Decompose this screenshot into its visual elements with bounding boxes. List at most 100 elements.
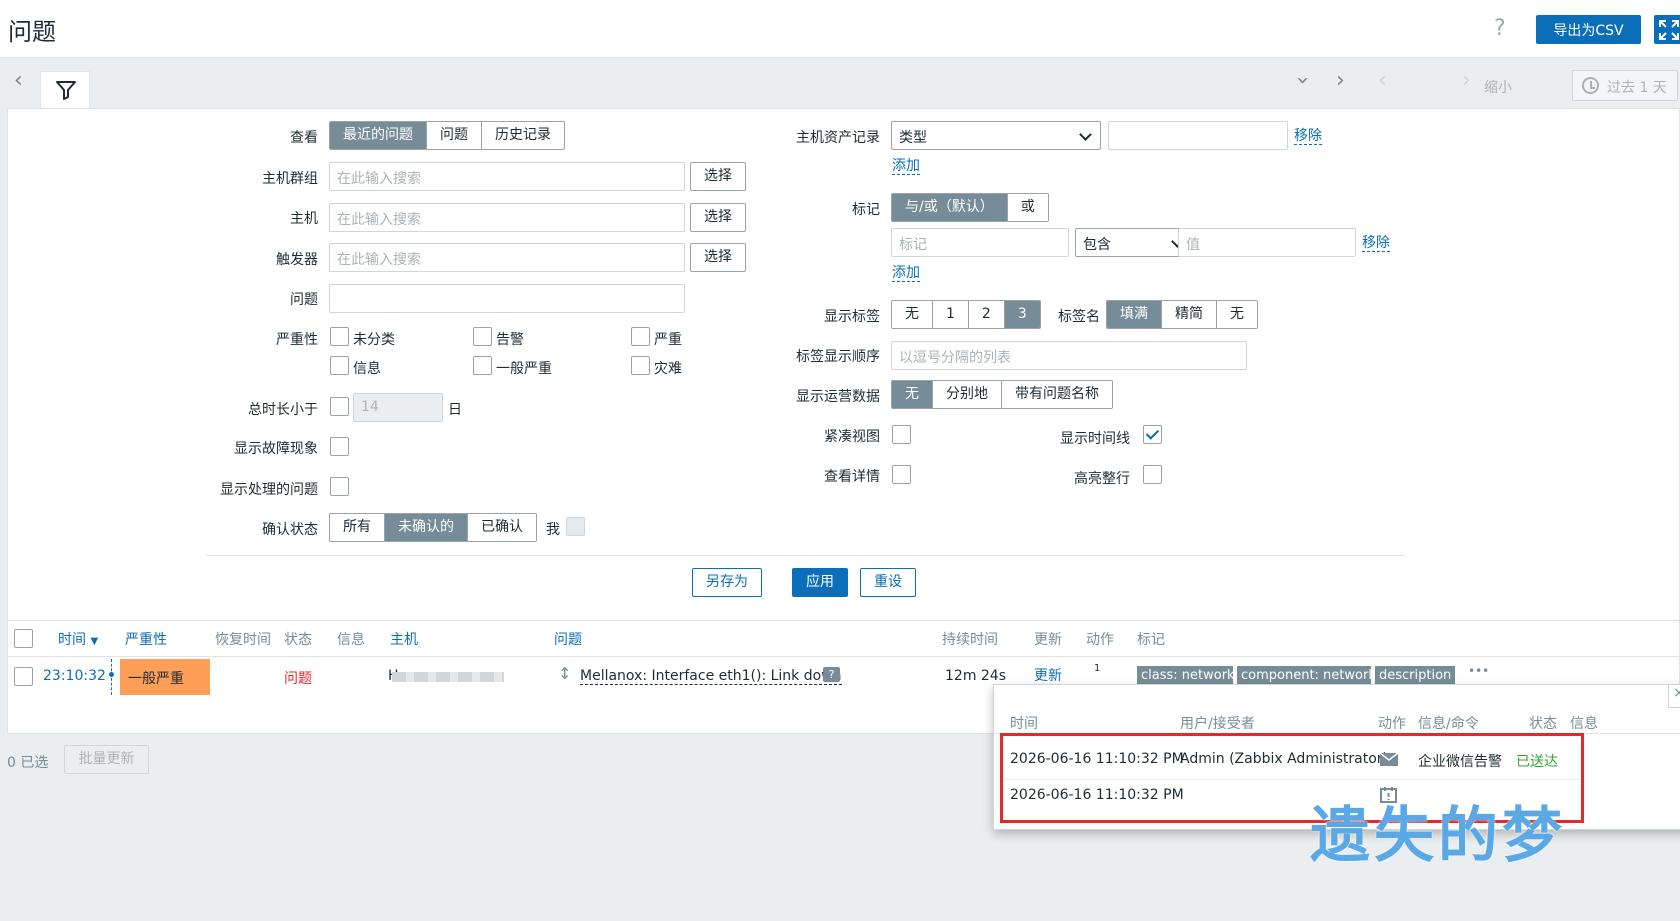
tags-or-option[interactable]: 或: [1007, 194, 1048, 221]
inventory-type-select[interactable]: 类型: [891, 121, 1101, 150]
selected-count: 0 已选: [7, 755, 49, 771]
triggers-select-button[interactable]: 选择: [690, 243, 746, 272]
watermark: 遗失的梦: [1310, 801, 1566, 871]
severity-information-checkbox[interactable]: [330, 356, 349, 375]
tag-name-short-option[interactable]: 精简: [1162, 301, 1217, 328]
host-groups-input[interactable]: 在此输入搜索: [329, 162, 685, 191]
row-tag[interactable]: class: network: [1137, 666, 1233, 686]
close-icon[interactable]: ×: [1668, 684, 1680, 708]
chevron-left-icon[interactable]: ‹: [14, 68, 23, 93]
tag-name-none-option[interactable]: 无: [1217, 301, 1257, 328]
popup-header-user: 用户/接受者: [1180, 716, 1255, 732]
show-tags-switch: 无 1 2 3: [891, 300, 1041, 329]
view-recent-option[interactable]: 最近的问题: [330, 122, 427, 149]
tag-name-input[interactable]: 标记: [891, 228, 1069, 257]
column-header-host[interactable]: 主机: [390, 629, 418, 649]
show-opdata-label: 显示运营数据: [796, 389, 880, 405]
severity-option-label: 未分类: [353, 332, 395, 348]
row-problem-link[interactable]: Mellanox: Interface eth1(): Link down: [580, 668, 842, 685]
show-tags-1-option[interactable]: 1: [933, 301, 969, 328]
ack-acknowledged-option[interactable]: 已确认: [468, 514, 536, 541]
triggers-label: 触发器: [276, 252, 318, 268]
tag-operator-select[interactable]: 包含: [1075, 228, 1193, 257]
more-tags-icon[interactable]: •••: [1468, 664, 1489, 678]
opdata-with-name-option[interactable]: 带有问题名称: [1002, 381, 1112, 408]
ack-all-option[interactable]: 所有: [330, 514, 385, 541]
save-as-button[interactable]: 另存为: [692, 568, 762, 597]
column-header-problem[interactable]: 问题: [554, 629, 582, 649]
inventory-remove-link[interactable]: 移除: [1294, 128, 1322, 145]
view-switch: 最近的问题 问题 历史记录: [329, 121, 565, 150]
duration-checkbox[interactable]: [330, 397, 349, 416]
row-update-link[interactable]: 更新: [1034, 668, 1062, 685]
filter-tab[interactable]: [40, 71, 90, 109]
inventory-add-link[interactable]: 添加: [892, 158, 920, 175]
row-tag[interactable]: component: network: [1237, 666, 1371, 686]
severity-high-checkbox[interactable]: [631, 327, 650, 346]
tags-and-or-option[interactable]: 与/或（默认）: [892, 194, 1008, 221]
show-tags-3-option[interactable]: 3: [1004, 301, 1040, 328]
tag-remove-link[interactable]: 移除: [1362, 235, 1390, 252]
problem-info-icon[interactable]: ?: [823, 667, 840, 682]
hosts-select-button[interactable]: 选择: [690, 203, 746, 232]
inventory-value-input[interactable]: [1108, 121, 1288, 150]
severity-disaster-checkbox[interactable]: [631, 356, 650, 375]
clock-icon: [1582, 77, 1599, 94]
select-all-checkbox[interactable]: [14, 629, 33, 648]
mass-update-button[interactable]: 批量更新: [64, 745, 149, 774]
row-tag[interactable]: description: [1375, 666, 1455, 686]
period-next-icon[interactable]: ›: [1462, 68, 1471, 93]
ack-unacknowledged-option[interactable]: 未确认的: [385, 514, 468, 541]
inventory-label: 主机资产记录: [796, 130, 880, 146]
tags-operator-switch: 与/或（默认） 或: [891, 193, 1049, 222]
export-csv-button[interactable]: 导出为CSV: [1536, 15, 1641, 44]
hosts-input[interactable]: 在此输入搜索: [329, 203, 685, 232]
period-button[interactable]: 过去 1 天: [1572, 70, 1678, 101]
fullscreen-button[interactable]: [1654, 15, 1680, 44]
reset-button[interactable]: 重设: [860, 568, 916, 597]
ack-me-checkbox[interactable]: [566, 517, 585, 536]
blurred-host-name: [392, 672, 504, 682]
opdata-separately-option[interactable]: 分别地: [933, 381, 1002, 408]
page-title: 问题: [8, 18, 56, 46]
host-groups-select-button[interactable]: 选择: [690, 162, 746, 191]
row-action-count[interactable]: 1: [1094, 663, 1100, 674]
filter-icon: [56, 81, 76, 100]
help-icon[interactable]: ?: [1494, 16, 1506, 41]
column-header-time[interactable]: 时间 ▼: [58, 629, 98, 649]
row-time-link[interactable]: 23:10:32: [43, 668, 106, 684]
highlight-row-checkbox[interactable]: [1143, 465, 1162, 484]
severity-not-classified-checkbox[interactable]: [330, 327, 349, 346]
show-tags-none-option[interactable]: 无: [892, 301, 933, 328]
triggers-input[interactable]: 在此输入搜索: [329, 243, 685, 272]
compact-view-checkbox[interactable]: [892, 425, 911, 444]
show-timeline-checkbox[interactable]: [1143, 425, 1162, 444]
tag-add-link[interactable]: 添加: [892, 265, 920, 282]
column-header-status: 状态: [284, 632, 312, 648]
tag-value-input[interactable]: 值: [1178, 228, 1356, 257]
duration-unit: 日: [448, 402, 462, 418]
view-problems-option[interactable]: 问题: [427, 122, 482, 149]
problem-input[interactable]: [329, 284, 685, 313]
opdata-none-option[interactable]: 无: [892, 381, 933, 408]
show-details-checkbox[interactable]: [892, 465, 911, 484]
chevron-right-icon[interactable]: ›: [1336, 68, 1345, 93]
row-checkbox[interactable]: [14, 667, 33, 686]
apply-button[interactable]: 应用: [792, 568, 848, 597]
zoom-out-button[interactable]: 缩小: [1484, 77, 1512, 97]
page-header: 问题 ? 导出为CSV: [0, 0, 1680, 58]
column-header-severity[interactable]: 严重性: [125, 629, 167, 649]
severity-option-label: 灾难: [654, 361, 682, 377]
duration-input[interactable]: 14: [353, 393, 443, 422]
show-tags-2-option[interactable]: 2: [968, 301, 1005, 328]
period-prev-icon[interactable]: ‹: [1378, 68, 1387, 93]
view-history-option[interactable]: 历史记录: [482, 122, 564, 149]
tag-name-full-option[interactable]: 填满: [1107, 301, 1162, 328]
severity-average-checkbox[interactable]: [473, 356, 492, 375]
tag-priority-input[interactable]: 以逗号分隔的列表: [891, 341, 1247, 370]
show-symptoms-checkbox[interactable]: [330, 437, 349, 456]
severity-warning-checkbox[interactable]: [473, 327, 492, 346]
show-suppressed-checkbox[interactable]: [330, 477, 349, 496]
ack-switch: 所有 未确认的 已确认: [329, 513, 537, 542]
chevron-down-icon[interactable]: ›: [1290, 76, 1315, 85]
